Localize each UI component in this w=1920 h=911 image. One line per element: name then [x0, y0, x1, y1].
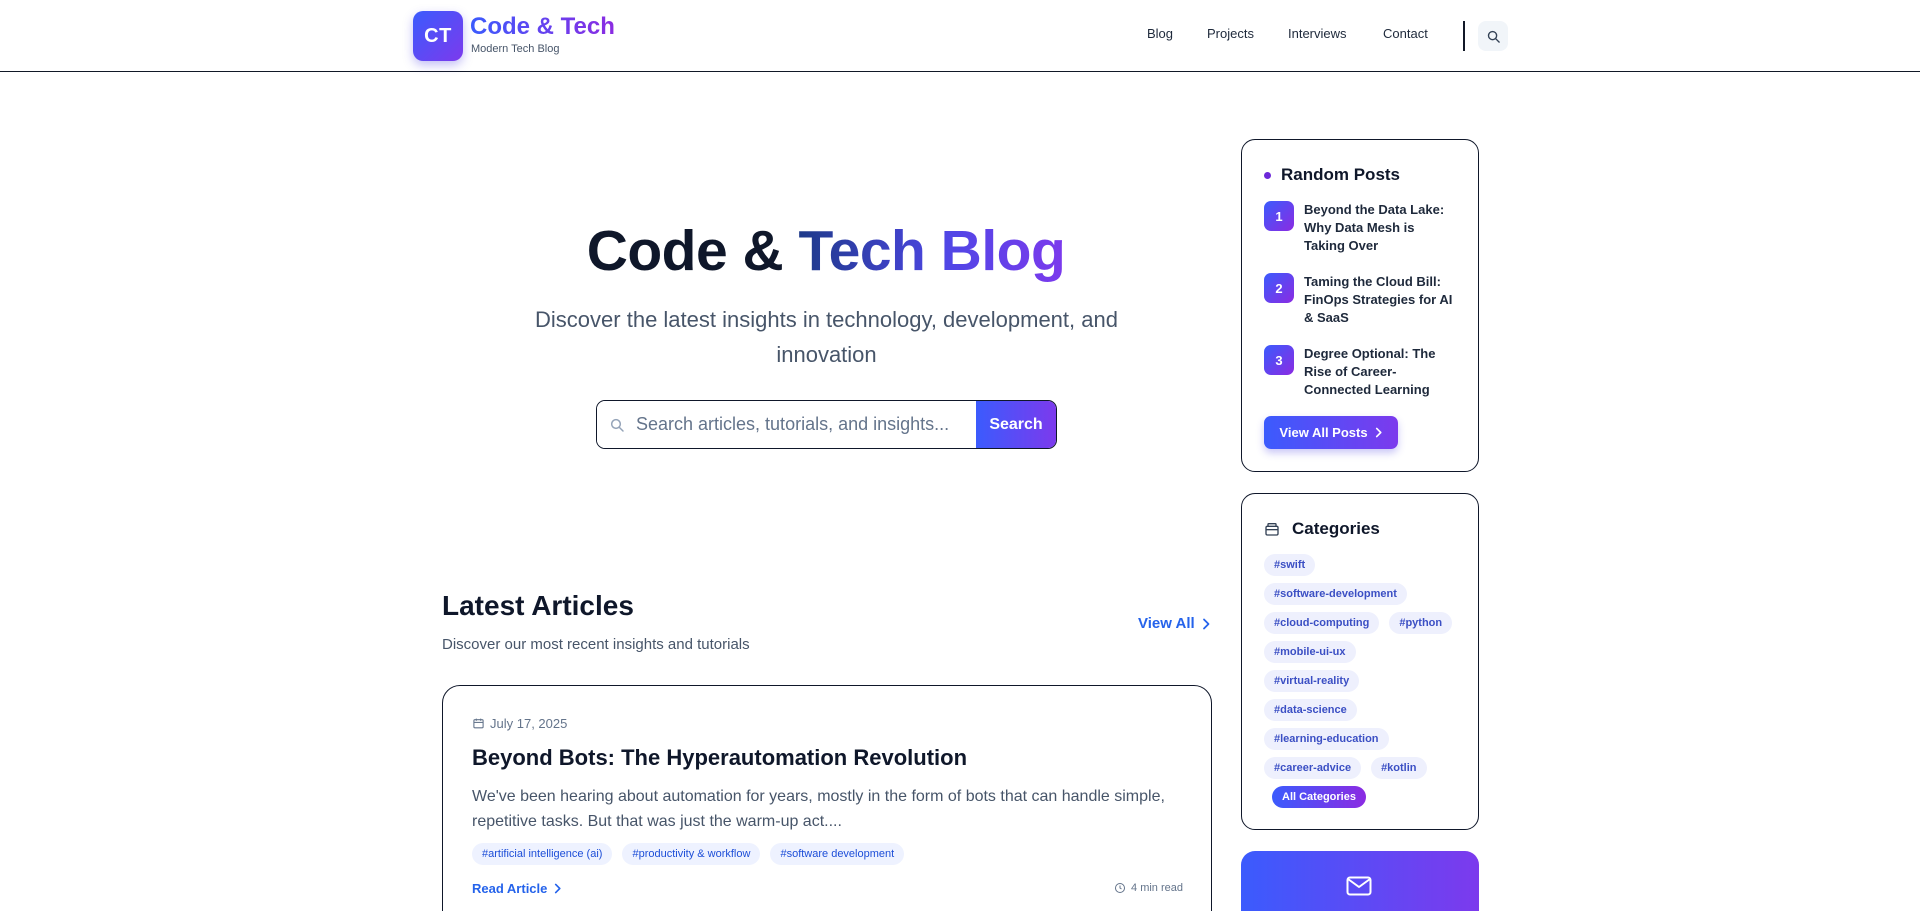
random-post-item[interactable]: 3 Degree Optional: The Rise of Career-Co…	[1264, 345, 1454, 399]
article-title[interactable]: Beyond Bots: The Hyperautomation Revolut…	[472, 745, 967, 771]
categories-header: Categories	[1264, 519, 1380, 539]
post-number: 3	[1264, 345, 1294, 375]
read-time: 4 min read	[1114, 882, 1183, 894]
brand-name[interactable]: Code & Tech	[470, 13, 615, 41]
random-posts-header: Random Posts	[1264, 165, 1400, 185]
category-chip[interactable]: #data-science	[1264, 699, 1357, 721]
article-card[interactable]: July 17, 2025 Beyond Bots: The Hyperauto…	[442, 685, 1212, 911]
logo-badge[interactable]: CT	[413, 11, 463, 61]
categories-card: Categories #swift #software-development …	[1241, 493, 1479, 830]
view-all-posts-label: View All Posts	[1279, 425, 1368, 440]
header-search-button[interactable]	[1478, 21, 1508, 51]
hero-title-part2: Tech Blog	[798, 219, 1066, 283]
view-all-label: View All	[1138, 615, 1195, 632]
article-date-text: July 17, 2025	[490, 716, 568, 731]
nav-blog[interactable]: Blog	[1147, 26, 1173, 41]
all-categories-button[interactable]: All Categories	[1272, 786, 1366, 808]
hero-subtitle: Discover the latest insights in technolo…	[535, 307, 1118, 367]
category-chip[interactable]: #software-development	[1264, 583, 1407, 605]
random-posts-card: Random Posts 1 Beyond the Data Lake: Why…	[1241, 139, 1479, 472]
post-number: 1	[1264, 201, 1294, 231]
search-icon	[610, 418, 624, 432]
post-title: Taming the Cloud Bill: FinOps Strategies…	[1304, 274, 1453, 325]
search-icon	[1487, 30, 1500, 43]
hero-search-input[interactable]: Search articles, tutorials, and insights…	[597, 401, 976, 448]
bullet-dot-icon	[1264, 171, 1271, 179]
category-chips: #swift #software-development #cloud-comp…	[1264, 554, 1464, 815]
category-chip[interactable]: #swift	[1264, 554, 1316, 576]
post-title: Beyond the Data Lake: Why Data Mesh is T…	[1304, 202, 1445, 253]
category-chip[interactable]: #virtual-reality	[1264, 670, 1360, 692]
article-tags: #artificial intelligence (ai) #productiv…	[472, 843, 905, 865]
read-article-link[interactable]: Read Article	[472, 881, 562, 896]
article-date: July 17, 2025	[472, 716, 567, 731]
hero-title-part1: Code &	[586, 219, 784, 283]
category-chip[interactable]: #learning-education	[1264, 728, 1389, 750]
chevron-right-icon	[555, 883, 561, 894]
newsletter-card	[1241, 851, 1479, 911]
article-tag[interactable]: #productivity & workflow	[622, 843, 761, 865]
category-chip[interactable]: #cloud-computing	[1264, 612, 1380, 634]
clock-icon	[1115, 883, 1126, 893]
folder-icon	[1265, 523, 1279, 536]
categories-title: Categories	[1292, 519, 1380, 538]
hero-search-button[interactable]: Search	[976, 401, 1056, 448]
nav-contact[interactable]: Contact	[1383, 26, 1428, 41]
post-number: 2	[1264, 273, 1294, 303]
category-chip[interactable]: #mobile-ui-ux	[1264, 641, 1356, 663]
category-chip[interactable]: #python	[1389, 612, 1453, 634]
site-header: CT Code & Tech Modern Tech Blog Blog Pro…	[0, 0, 1920, 72]
latest-articles-subtitle: Discover our most recent insights and tu…	[442, 636, 750, 653]
article-tag[interactable]: #artificial intelligence (ai)	[472, 843, 613, 865]
nav-interviews[interactable]: Interviews	[1288, 26, 1347, 41]
calendar-icon	[473, 718, 484, 729]
category-chip[interactable]: #career-advice	[1264, 757, 1362, 779]
mail-icon	[1346, 876, 1372, 896]
view-all-posts-button[interactable]: View All Posts	[1264, 416, 1398, 449]
nav-divider	[1463, 21, 1465, 51]
hero-title: Code & Tech Blog	[441, 218, 1211, 284]
chevron-right-icon	[1375, 427, 1382, 438]
random-posts-title: Random Posts	[1281, 165, 1401, 184]
brand-tagline: Modern Tech Blog	[471, 43, 560, 55]
post-title: Degree Optional: The Rise of Career-Conn…	[1304, 346, 1436, 397]
hero-search-bar: Search articles, tutorials, and insights…	[596, 400, 1057, 449]
nav-projects[interactable]: Projects	[1207, 26, 1254, 41]
random-post-item[interactable]: 2 Taming the Cloud Bill: FinOps Strategi…	[1264, 273, 1454, 327]
read-time-text: 4 min read	[1131, 882, 1183, 894]
category-chip[interactable]: #kotlin	[1371, 757, 1427, 779]
article-tag[interactable]: #software development	[770, 843, 905, 865]
read-article-label: Read Article	[472, 881, 548, 896]
view-all-link[interactable]: View All	[1138, 615, 1211, 632]
latest-articles-title: Latest Articles	[442, 590, 634, 621]
search-placeholder: Search articles, tutorials, and insights…	[636, 414, 950, 434]
chevron-right-icon	[1202, 618, 1210, 629]
article-excerpt: We've been hearing about automation for …	[472, 788, 1165, 830]
random-post-item[interactable]: 1 Beyond the Data Lake: Why Data Mesh is…	[1264, 201, 1454, 255]
